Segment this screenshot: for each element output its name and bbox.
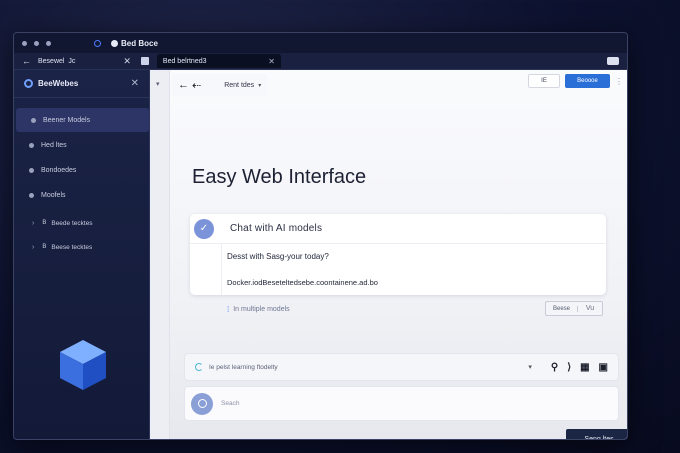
window-close-dot[interactable]: [22, 40, 27, 46]
back-arrow-icon[interactable]: ←: [22, 56, 31, 66]
profile-icon: [111, 39, 118, 47]
chevron-right-icon: ›: [32, 243, 35, 251]
window-maximize-dot[interactable]: [46, 40, 51, 46]
sidebar-item-hed-ltes[interactable]: Hed ltes: [14, 133, 149, 157]
chat-card: ✓ Chat with AI models Desst with Sasg-yo…: [190, 214, 606, 295]
sidebar-subitem-label: Beese tecktes: [51, 243, 93, 251]
grid-icon[interactable]: ▦: [580, 362, 589, 373]
extensions-icon[interactable]: [607, 57, 619, 65]
main-panel: ▾ ← ⇠ Rent tdes ▾ IE Beoooe ⋮ Easy Web I…: [150, 70, 627, 439]
tab-active[interactable]: Bed belrtned3 ✕: [156, 54, 281, 68]
check-icon: ✓: [194, 218, 214, 239]
chevron-down-icon[interactable]: ▾: [528, 363, 532, 371]
tab-besewel[interactable]: Besewel Jc: [38, 58, 75, 65]
sidebar-item-bondoedes[interactable]: Bondoedes: [14, 158, 149, 182]
multi-models-link[interactable]: ⁞ In multiple models: [227, 305, 290, 314]
loading-icon: [195, 363, 203, 371]
bullet-icon: [29, 142, 34, 148]
model-toolbar: Ie pelst learning ftodelty ▾ ⚲ ⟩ ▦ ▣: [184, 353, 619, 381]
window-title-text: Bed Boce: [121, 38, 158, 48]
sidebar-subitem-label: Beede tecktes: [51, 219, 93, 227]
tab-close-icon[interactable]: ✕: [123, 56, 131, 67]
cursor-icon[interactable]: ⟩: [567, 362, 571, 373]
cube-logo-icon: [60, 340, 106, 390]
chevron-down-icon[interactable]: ▾: [258, 82, 261, 89]
sidebar-subitem-beede[interactable]: › B Beede tecktes: [14, 211, 149, 235]
tab-favicon-icon: [140, 57, 149, 65]
sidebar-close-icon[interactable]: ✕: [131, 78, 139, 89]
folder-icon: B: [42, 244, 47, 250]
more-options-icon[interactable]: ⋮: [615, 77, 623, 86]
card-header: ✓ Chat with AI models: [190, 214, 606, 244]
nav-dropdown-label[interactable]: Rent tdes: [224, 82, 254, 89]
card-line-1: Desst with Sasg-your today?: [227, 252, 329, 261]
toggle-option-a[interactable]: Beese: [546, 305, 578, 312]
send-button[interactable]: Seng ltes: [566, 429, 627, 439]
app-logo-icon: [94, 39, 101, 47]
tab-active-label: Bed belrtned3: [162, 57, 207, 65]
search-input[interactable]: Seach: [184, 386, 619, 421]
window-title: Bed Boce: [94, 39, 158, 48]
search-placeholder: Seach: [221, 400, 240, 407]
multi-models-label: In multiple models: [233, 306, 290, 313]
sidebar-item-label: Moofels: [41, 191, 66, 199]
folder-icon: B: [42, 220, 47, 226]
bullet-icon: [29, 192, 34, 198]
card-body: Desst with Sasg-your today? Docker.iodBe…: [221, 244, 606, 295]
collapse-icon[interactable]: ▾: [156, 80, 160, 88]
window-minimize-dot[interactable]: [34, 40, 39, 46]
toolbar-text: Ie pelst learning ftodelty: [209, 363, 278, 371]
sidebar-item-label: Bondoedes: [41, 166, 77, 174]
page-title: Easy Web Interface: [192, 166, 367, 188]
sidebar-header: BeeWebes ✕: [14, 70, 149, 98]
active-tab-close-icon[interactable]: ✕: [268, 57, 275, 66]
sidebar-logo-icon: [24, 79, 33, 88]
toggle-option-b[interactable]: Vu: [578, 305, 602, 312]
bullet-icon: [29, 167, 34, 173]
bullet-icon: [31, 117, 36, 123]
sidebar: BeeWebes ✕ Beener Models Hed ltes Bondoe…: [14, 70, 150, 439]
browser-window: Bed Boce ← Besewel Jc ✕ Bed belrtned3 ✕ …: [13, 32, 628, 440]
pin-icon: ⁞: [227, 305, 230, 314]
card-line-2: Docker.iodBeseteltedsebe.coontainene.ad.…: [227, 278, 378, 287]
top-nav: ← ⇠ Rent tdes ▾: [172, 74, 268, 96]
sidebar-item-label: Beener Models: [43, 116, 91, 124]
sidebar-subitem-beese[interactable]: › B Beese tecktes: [14, 235, 149, 259]
save-icon[interactable]: ▣: [599, 362, 608, 373]
sidebar-title: BeeWebes: [38, 79, 79, 88]
chevron-right-icon: ›: [32, 219, 35, 227]
mini-button[interactable]: IE: [528, 74, 560, 88]
primary-button[interactable]: Beoooe: [565, 74, 610, 88]
toggle-group: Beese Vu: [545, 301, 603, 316]
top-right-actions: IE Beoooe ⋮: [528, 74, 623, 88]
sidebar-item-label: Hed ltes: [41, 141, 67, 149]
search-icon[interactable]: ⚲: [551, 362, 558, 373]
chat-bubble-icon: [191, 392, 213, 415]
forward-arrow-icon[interactable]: ⇠: [192, 79, 201, 92]
title-bar: Bed Boce: [14, 33, 627, 53]
card-title: Chat with AI models: [230, 223, 323, 234]
tab-bar: ← Besewel Jc ✕ Bed belrtned3 ✕: [14, 53, 627, 70]
left-strip: ▾: [150, 70, 170, 439]
sidebar-item-moofels[interactable]: Moofels: [14, 183, 149, 207]
back-arrow-icon[interactable]: ←: [178, 79, 189, 91]
sidebar-item-beener-models[interactable]: Beener Models: [16, 108, 149, 132]
